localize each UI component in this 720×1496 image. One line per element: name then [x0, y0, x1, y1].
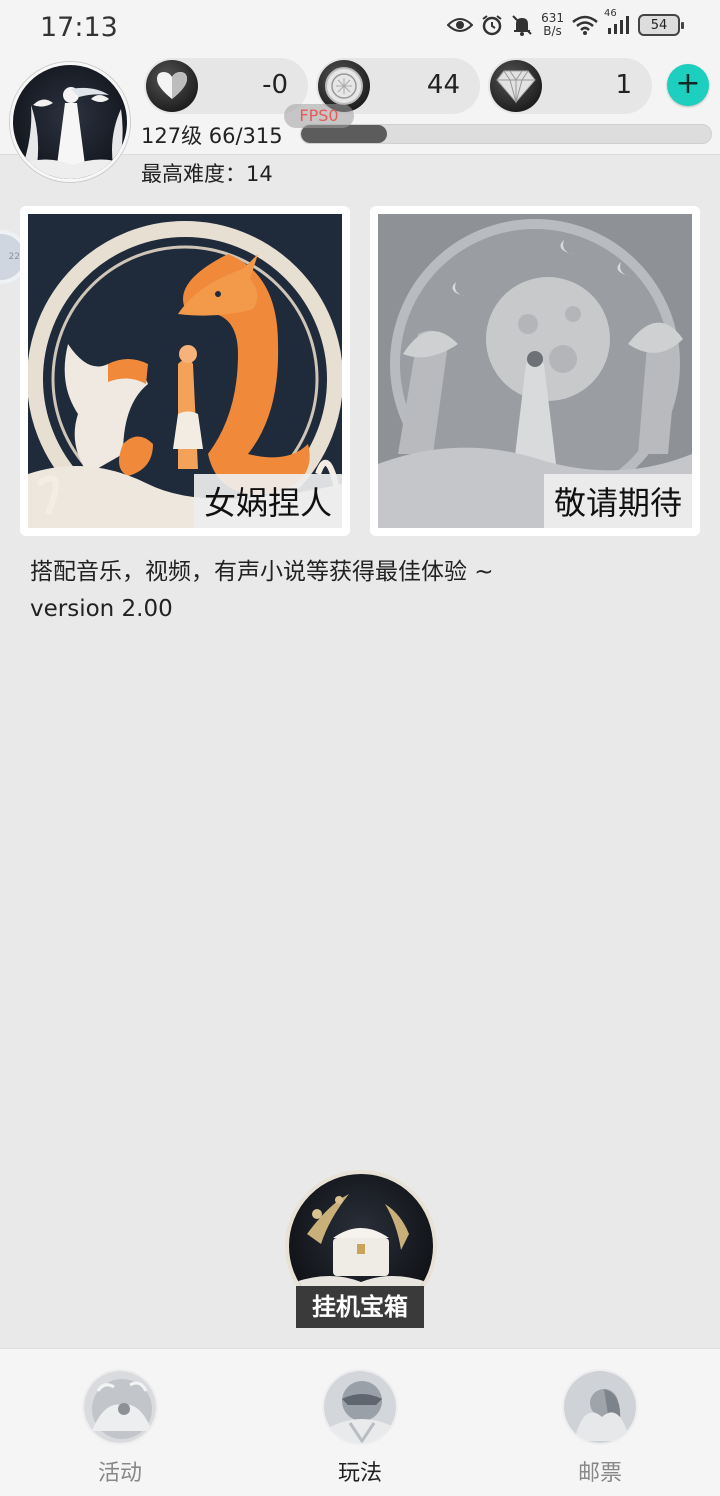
level-progress-text: 127级 66/315 [141, 124, 283, 148]
max-difficulty-text: 最高难度：14 [141, 162, 273, 186]
signal-icon: 46 [604, 8, 630, 36]
hearts-counter[interactable]: -0 [144, 58, 308, 114]
coins-value: 44 [426, 70, 460, 100]
game-card-nuwa[interactable]: 女娲捏人 [20, 206, 350, 536]
hearts-value: -0 [262, 70, 288, 100]
status-icons: 631 B/s 46 54 [447, 8, 684, 38]
dragon-fox-girl-artwork: 女娲捏人 [28, 214, 342, 528]
activities-nav-icon [82, 1369, 158, 1445]
diamond-icon [490, 60, 542, 112]
eye-icon [447, 16, 474, 34]
player-avatar[interactable] [10, 62, 130, 182]
afk-chest-label: 挂机宝箱 [296, 1286, 424, 1328]
nav-label: 邮票 [577, 1461, 622, 1486]
fps-badge: FPS0 [284, 104, 354, 128]
status-bar: 17:13 631 B/s 46 54 [0, 0, 720, 56]
nav-item-activities[interactable]: 活动 [60, 1369, 180, 1486]
heart-icon [146, 60, 198, 112]
nav-item-gameplay[interactable]: 玩法 [300, 1369, 420, 1486]
version-text: version 2.00 [30, 596, 173, 622]
game-card-coming-soon[interactable]: 敬请期待 [370, 206, 700, 536]
papercut-woman-icon [13, 87, 127, 179]
game-card-label: 敬请期待 [543, 474, 692, 528]
alarm-icon [481, 14, 503, 36]
nav-label: 活动 [97, 1461, 142, 1486]
diamonds-counter[interactable]: 1 [488, 58, 652, 114]
stamps-nav-icon [562, 1369, 638, 1445]
status-time: 17:13 [40, 12, 118, 43]
add-currency-button[interactable]: + [667, 64, 709, 106]
battery-icon: 54 [638, 14, 684, 36]
diamonds-value: 1 [615, 70, 632, 100]
bell-muted-icon [511, 14, 533, 36]
network-speed: 631 B/s [541, 11, 564, 38]
wifi-icon [572, 15, 598, 35]
bottom-navigation: 活动 玩法 邮票 [0, 1348, 720, 1496]
game-card-label: 女娲捏人 [193, 474, 342, 528]
experience-bar [300, 124, 712, 144]
gameplay-nav-icon [322, 1369, 398, 1445]
nav-label: 玩法 [337, 1461, 382, 1486]
moon-forest-artwork: 敬请期待 [378, 214, 692, 528]
experience-tip: 搭配音乐，视频，有声小说等获得最佳体验 ~ [30, 559, 494, 585]
nav-item-stamps[interactable]: 邮票 [540, 1369, 660, 1486]
